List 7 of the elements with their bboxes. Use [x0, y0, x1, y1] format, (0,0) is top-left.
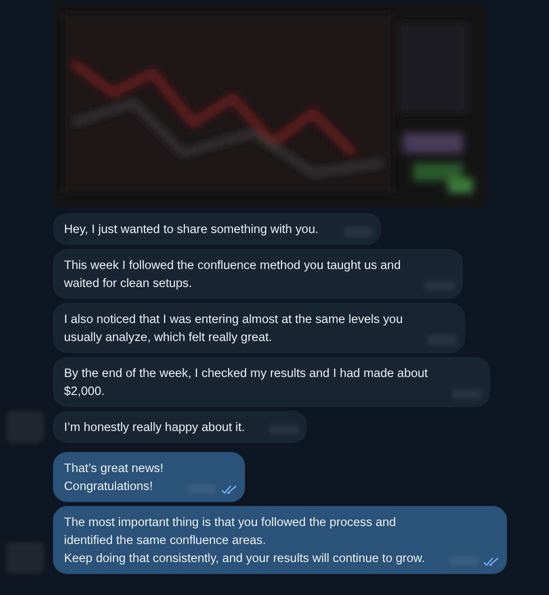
message-text: This week I followed the confluence method you taught us and waited for clean setups. — [64, 257, 401, 292]
message-text: That’s great news! Congratulations! — [64, 460, 164, 495]
message-text: I also noticed that I was entering almost at the same levels you usually analyze, which felt really great. — [64, 311, 403, 346]
message-text: Hey, I just wanted to share something with you. — [64, 221, 318, 238]
message-text: The most important thing is that you followed the process and identified the same confluence areas. Keep doing that consistently, and your results will continue to grow. — [64, 514, 425, 567]
message-text: I’m honestly really happy about it. — [64, 419, 245, 436]
message-text: By the end of the week, I checked my results and I had made about $2,000. — [64, 365, 428, 400]
